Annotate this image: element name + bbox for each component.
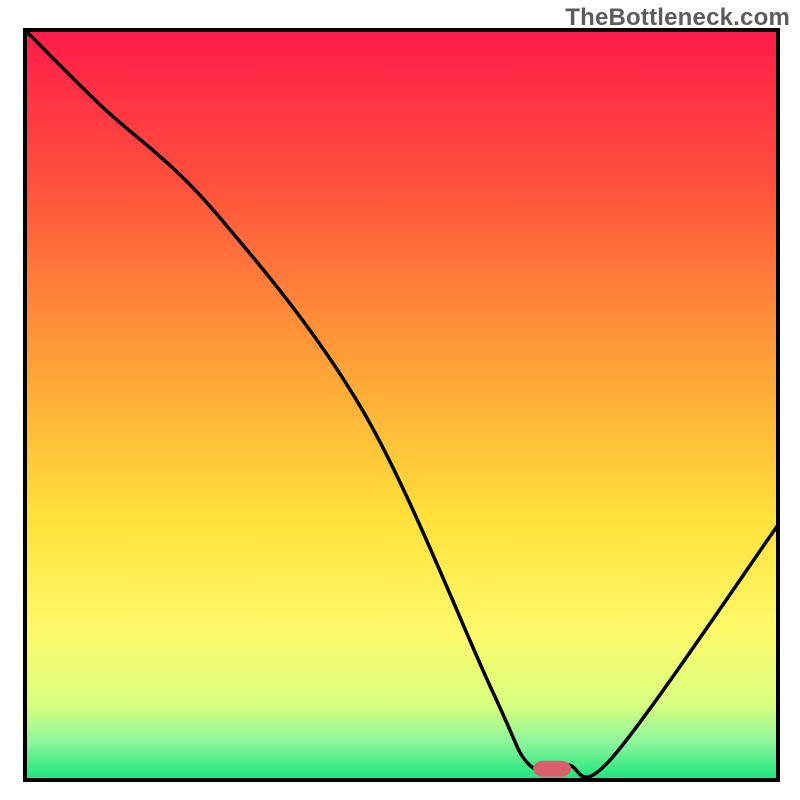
chart-container: TheBottleneck.com [0,0,800,800]
gradient-background [25,30,778,780]
optimal-marker [533,761,571,777]
watermark-text: TheBottleneck.com [565,4,790,32]
bottleneck-chart [0,0,800,800]
